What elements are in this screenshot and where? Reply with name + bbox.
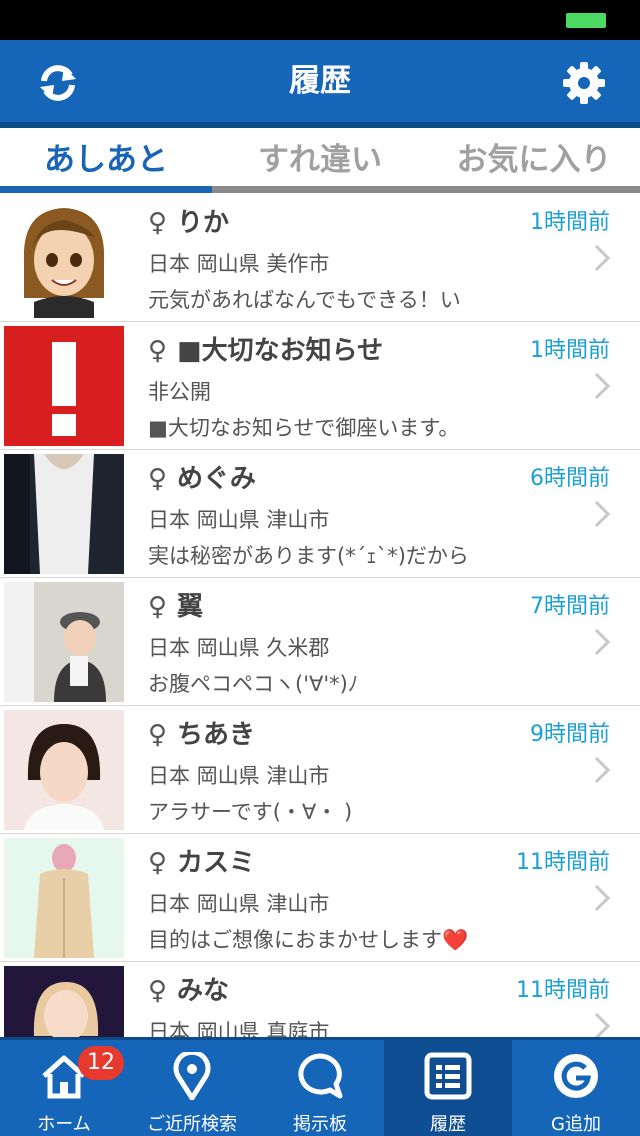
- visit-time: 7時間前: [530, 594, 610, 619]
- chevron-right-icon: [594, 756, 610, 784]
- gear-icon[interactable]: [562, 61, 606, 105]
- tab-label: G追加: [551, 1114, 601, 1135]
- user-name: ♀ りか: [148, 208, 230, 238]
- avatar[interactable]: [4, 198, 124, 318]
- location-pin-icon: [173, 1052, 211, 1100]
- visit-time: 9時間前: [530, 722, 610, 747]
- visit-time: 1時間前: [530, 338, 610, 363]
- history-row[interactable]: ♀ カスミ 11時間前 日本 岡山県 津山市 目的はご想像におまかせします❤️: [0, 834, 640, 962]
- female-icon: ♀: [148, 720, 168, 750]
- chevron-right-icon: [594, 372, 610, 400]
- user-name: ♀ カスミ: [148, 848, 256, 878]
- avatar[interactable]: [4, 326, 124, 446]
- avatar[interactable]: [4, 966, 124, 1037]
- g-icon: [554, 1054, 598, 1098]
- chevron-right-icon: [594, 628, 610, 656]
- tab-divider: [212, 186, 640, 193]
- avatar[interactable]: [4, 582, 124, 702]
- user-message: お腹ペコペコヽ('∀'*)ﾉ: [148, 672, 359, 696]
- history-row[interactable]: ♀ みな 11時間前 日本 岡山県 真庭市: [0, 962, 640, 1037]
- history-row[interactable]: ♀ ちあき 9時間前 日本 岡山県 津山市 アラサーです(・∀・ ): [0, 706, 640, 834]
- user-message: ■大切なお知らせで御座います。: [148, 416, 460, 440]
- tab-label: ご近所検索: [147, 1114, 237, 1135]
- tab-home[interactable]: 12 ホーム: [0, 1040, 128, 1136]
- history-row[interactable]: ♀ りか 1時間前 日本 岡山県 美作市 元気があればなんでもできる！い: [0, 194, 640, 322]
- female-icon: ♀: [148, 848, 168, 878]
- list-icon: [424, 1052, 472, 1100]
- user-location: 日本 岡山県 真庭市: [148, 1020, 330, 1037]
- user-message: 実は秘密があります(*´ｪ`*)だから: [148, 544, 469, 568]
- tab-bulletin-board[interactable]: 掲示板: [256, 1040, 384, 1136]
- tab-label: 履歴: [430, 1114, 466, 1135]
- user-name: ♀ ■大切なお知らせ: [148, 336, 384, 366]
- chat-bubble-icon: [298, 1053, 343, 1099]
- history-row[interactable]: ♀ ■大切なお知らせ 1時間前 非公開 ■大切なお知らせで御座います。: [0, 322, 640, 450]
- female-icon: ♀: [148, 336, 168, 366]
- user-location: 日本 岡山県 津山市: [148, 508, 330, 532]
- user-message: 元気があればなんでもできる！い: [148, 288, 461, 312]
- tab-nearby-search[interactable]: ご近所検索: [128, 1040, 256, 1136]
- avatar[interactable]: [4, 454, 124, 574]
- visit-time: 6時間前: [530, 466, 610, 491]
- tab-g-add[interactable]: G追加: [512, 1040, 640, 1136]
- visit-time: 1時間前: [530, 210, 610, 235]
- user-location: 日本 岡山県 久米郡: [148, 636, 330, 660]
- user-message: アラサーです(・∀・ ): [148, 800, 353, 824]
- status-bar: [0, 0, 640, 40]
- avatar[interactable]: [4, 838, 124, 958]
- header-bar: 履歴: [0, 40, 640, 128]
- chevron-right-icon: [594, 884, 610, 912]
- history-row[interactable]: ♀ 翼 7時間前 日本 岡山県 久米郡 お腹ペコペコヽ('∀'*)ﾉ: [0, 578, 640, 706]
- female-icon: ♀: [148, 976, 168, 1006]
- battery-icon: [566, 13, 606, 28]
- history-list: ♀ りか 1時間前 日本 岡山県 美作市 元気があればなんでもできる！い ♀ ■大切…: [0, 194, 640, 1037]
- history-tabs: あしあと すれ違い お気に入り: [0, 128, 640, 194]
- tab-surechigai[interactable]: すれ違い: [212, 128, 428, 188]
- visit-time: 11時間前: [516, 978, 610, 1003]
- female-icon: ♀: [148, 208, 168, 238]
- female-icon: ♀: [148, 464, 168, 494]
- user-name: ♀ 翼: [148, 592, 204, 622]
- tab-ashiato[interactable]: あしあと: [0, 128, 212, 188]
- user-location: 日本 岡山県 美作市: [148, 252, 330, 276]
- user-location: 日本 岡山県 津山市: [148, 892, 330, 916]
- tab-active-indicator: [0, 186, 212, 193]
- chevron-right-icon: [594, 244, 610, 272]
- user-name: ♀ みな: [148, 976, 230, 1006]
- notification-badge: 12: [78, 1046, 124, 1080]
- user-message: 目的はご想像におまかせします❤️: [148, 928, 469, 952]
- chevron-right-icon: [594, 1012, 610, 1037]
- history-row[interactable]: ♀ めぐみ 6時間前 日本 岡山県 津山市 実は秘密があります(*´ｪ`*)だから: [0, 450, 640, 578]
- tab-favorites[interactable]: お気に入り: [428, 128, 640, 188]
- visit-time: 11時間前: [516, 850, 610, 875]
- user-name: ♀ めぐみ: [148, 464, 256, 494]
- page-title: 履歴: [289, 63, 351, 99]
- user-location: 日本 岡山県 津山市: [148, 764, 330, 788]
- tab-label: ホーム: [37, 1114, 91, 1135]
- avatar[interactable]: [4, 710, 124, 830]
- tab-history[interactable]: 履歴: [384, 1040, 512, 1136]
- user-location: 非公開: [148, 380, 211, 404]
- female-icon: ♀: [148, 592, 168, 622]
- tab-label: 掲示板: [293, 1114, 347, 1135]
- user-name: ♀ ちあき: [148, 720, 256, 750]
- bottom-tab-bar: 12 ホーム ご近所検索 掲示板 履歴 G追加: [0, 1037, 640, 1136]
- chevron-right-icon: [594, 500, 610, 528]
